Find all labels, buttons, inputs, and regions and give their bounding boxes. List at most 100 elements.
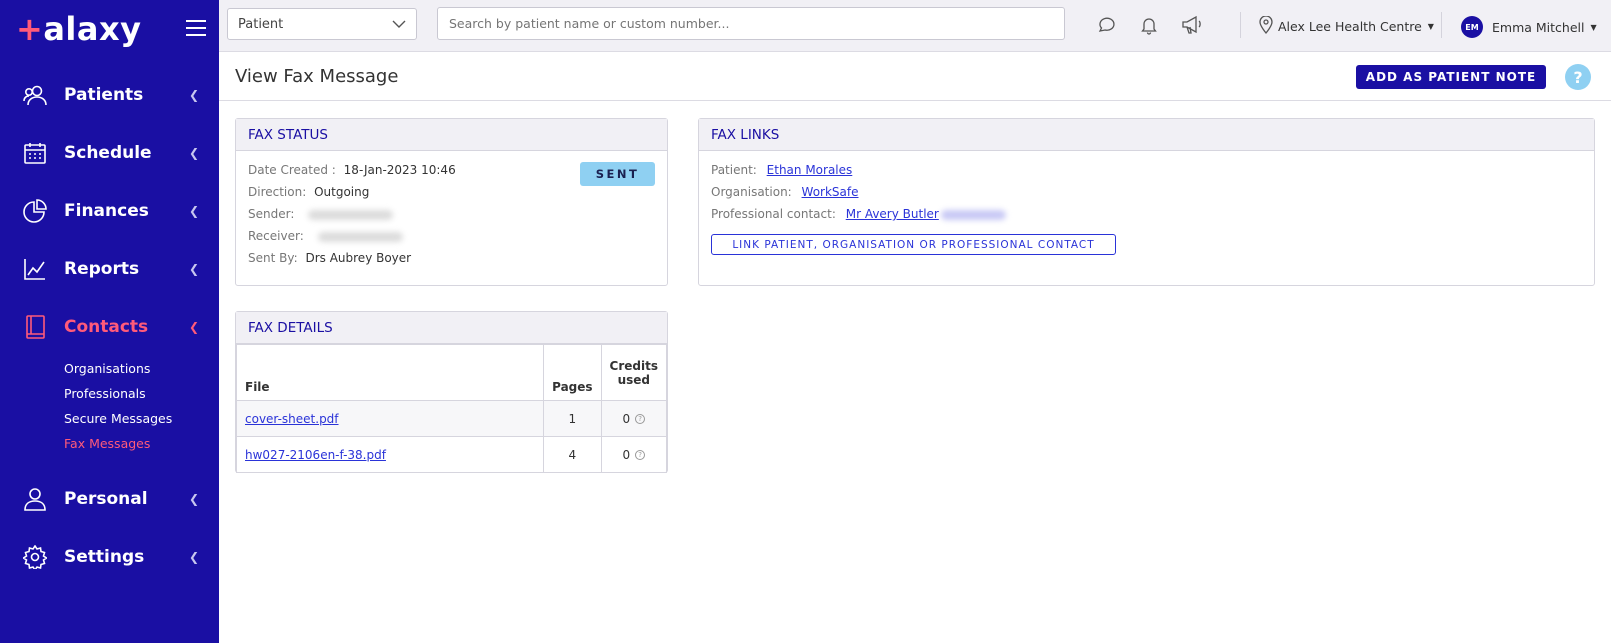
address-book-icon — [22, 314, 48, 340]
credits-value: 0 — [622, 411, 631, 426]
receiver-value-redacted — [317, 231, 403, 242]
divider — [1240, 12, 1241, 38]
megaphone-icon[interactable] — [1181, 15, 1203, 37]
divider — [1441, 12, 1442, 38]
subnav-item-professionals[interactable]: Professionals — [64, 381, 219, 406]
status-badge: SENT — [580, 162, 655, 186]
sent-by-row: Sent By: Drs Aubrey Boyer — [248, 247, 655, 269]
bell-icon[interactable] — [1139, 15, 1161, 37]
question-circle-icon[interactable]: ? — [635, 450, 646, 460]
user-menu[interactable]: EM Emma Mitchell ▼ — [1461, 16, 1597, 38]
sidebar-item-label: Patients — [64, 85, 144, 105]
receiver-label: Receiver: — [248, 229, 304, 243]
location-name: Alex Lee Health Centre — [1278, 19, 1422, 34]
sidebar: +alaxy Patients ❮ Schedule ❮ Finances ❮ — [0, 0, 219, 643]
patient-link-row: Patient: Ethan Morales — [711, 159, 1582, 181]
link-contact-button[interactable]: LINK PATIENT, ORGANISATION OR PROFESSION… — [711, 234, 1116, 255]
panel-heading: FAX LINKS — [699, 119, 1594, 151]
sidebar-item-label: Settings — [64, 547, 145, 567]
pages-cell: 1 — [543, 400, 602, 437]
fax-files-table: File Pages Credits used cover-sheet.pdf … — [235, 344, 668, 473]
page-header: View Fax Message ADD AS PATIENT NOTE ? — [219, 52, 1611, 101]
fax-status-panel: FAX STATUS Date Created : 18-Jan-2023 10… — [235, 118, 668, 286]
chevron-left-icon: ❮ — [188, 320, 199, 334]
chat-icon[interactable] — [1097, 15, 1119, 37]
add-as-patient-note-button[interactable]: ADD AS PATIENT NOTE — [1356, 65, 1546, 89]
direction-label: Direction: — [248, 185, 307, 199]
sidebar-item-label: Schedule — [64, 143, 152, 163]
chevron-down-icon — [392, 17, 406, 35]
patient-label: Patient: — [711, 163, 757, 177]
column-header-file: File — [235, 344, 545, 401]
sender-value-redacted — [308, 209, 394, 220]
person-icon — [22, 486, 48, 512]
question-circle-icon[interactable]: ? — [635, 414, 646, 424]
patient-link[interactable]: Ethan Morales — [767, 163, 853, 177]
credits-cell: 0? — [600, 400, 668, 437]
receiver-row: Receiver: — [248, 225, 655, 247]
search-type-select[interactable]: Patient — [227, 8, 417, 40]
professional-detail-redacted — [940, 209, 1006, 220]
page-title: View Fax Message — [235, 66, 399, 87]
sidebar-item-schedule[interactable]: Schedule ❮ — [0, 124, 219, 182]
table-row: cover-sheet.pdf 1 0? — [235, 400, 668, 437]
user-name: Emma Mitchell — [1492, 19, 1585, 35]
location-selector[interactable]: Alex Lee Health Centre ▼ — [1259, 15, 1434, 37]
calendar-icon — [22, 140, 48, 166]
logo-text: alaxy — [43, 10, 142, 48]
professional-label: Professional contact: — [711, 207, 836, 221]
contacts-subnav: Organisations Professionals Secure Messa… — [0, 356, 219, 470]
pages-cell: 4 — [543, 436, 602, 473]
pie-chart-icon — [22, 198, 48, 224]
subnav-item-secure-messages[interactable]: Secure Messages — [64, 406, 219, 431]
sidebar-item-label: Reports — [64, 259, 140, 279]
sidebar-item-settings[interactable]: Settings ❮ — [0, 528, 219, 586]
main-nav: Patients ❮ Schedule ❮ Finances ❮ Reports… — [0, 66, 219, 586]
panel-heading: FAX STATUS — [236, 119, 667, 151]
date-created-value: 18-Jan-2023 10:46 — [343, 163, 456, 177]
sidebar-item-patients[interactable]: Patients ❮ — [0, 66, 219, 124]
table-row: hw027-2106en-f-38.pdf 4 0? — [235, 436, 668, 473]
caret-down-icon: ▼ — [1427, 22, 1434, 31]
line-chart-icon — [22, 256, 48, 282]
search-type-value: Patient — [238, 17, 284, 32]
app-logo[interactable]: +alaxy — [16, 10, 141, 48]
column-header-pages: Pages — [543, 344, 602, 401]
credits-value: 0 — [622, 447, 631, 462]
sidebar-item-label: Personal — [64, 489, 148, 509]
sender-row: Sender: — [248, 203, 655, 225]
date-created-label: Date Created : — [248, 163, 336, 177]
help-icon[interactable]: ? — [1565, 64, 1591, 90]
sidebar-item-personal[interactable]: Personal ❮ — [0, 470, 219, 528]
professional-link-row: Professional contact: Mr Avery Butler — [711, 203, 1582, 225]
file-link[interactable]: hw027-2106en-f-38.pdf — [245, 448, 386, 462]
avatar: EM — [1461, 16, 1483, 38]
organisation-link[interactable]: WorkSafe — [802, 185, 859, 199]
sent-by-value: Drs Aubrey Boyer — [305, 251, 412, 265]
logo-row: +alaxy — [16, 10, 206, 50]
subnav-item-organisations[interactable]: Organisations — [64, 356, 219, 381]
organisation-link-row: Organisation: WorkSafe — [711, 181, 1582, 203]
column-header-credits: Credits used — [600, 344, 668, 401]
subnav-item-fax-messages[interactable]: Fax Messages — [64, 431, 219, 456]
location-pin-icon — [1259, 15, 1273, 37]
sidebar-item-label: Finances — [64, 201, 149, 221]
fax-details-panel: FAX DETAILS File Pages Credits used cove… — [235, 311, 668, 473]
patient-search-input[interactable] — [437, 7, 1065, 40]
sidebar-item-contacts[interactable]: Contacts ❮ — [0, 298, 219, 356]
credits-cell: 0? — [600, 436, 668, 473]
chevron-left-icon: ❮ — [188, 204, 199, 218]
gear-icon — [22, 544, 48, 570]
sidebar-item-reports[interactable]: Reports ❮ — [0, 240, 219, 298]
chevron-left-icon: ❮ — [188, 146, 199, 160]
professional-link[interactable]: Mr Avery Butler — [846, 207, 939, 221]
sidebar-item-finances[interactable]: Finances ❮ — [0, 182, 219, 240]
patients-icon — [22, 82, 48, 108]
sent-by-label: Sent By: — [248, 251, 298, 265]
panel-heading: FAX DETAILS — [236, 312, 667, 344]
hamburger-menu-icon[interactable] — [186, 20, 206, 36]
organisation-label: Organisation: — [711, 185, 792, 199]
table-header-row: File Pages Credits used — [235, 344, 668, 401]
sender-label: Sender: — [248, 207, 295, 221]
file-link[interactable]: cover-sheet.pdf — [245, 412, 339, 426]
